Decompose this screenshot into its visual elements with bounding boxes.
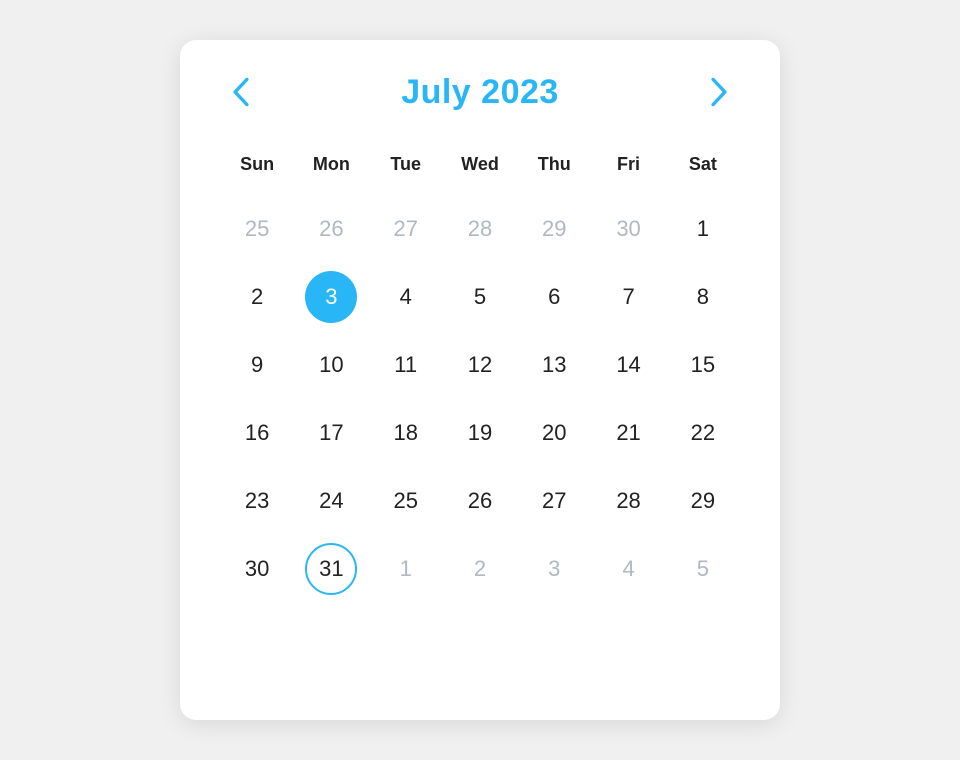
day-number: 7 [603, 271, 655, 323]
weekday-header-mon: Mon [294, 144, 368, 195]
day-number: 3 [305, 271, 357, 323]
day-number: 1 [380, 543, 432, 595]
day-cell[interactable]: 4 [591, 535, 665, 603]
day-cell[interactable]: 1 [369, 535, 443, 603]
day-cell[interactable]: 5 [443, 263, 517, 331]
day-cell[interactable]: 31 [294, 535, 368, 603]
day-cell[interactable]: 6 [517, 263, 591, 331]
day-number: 27 [528, 475, 580, 527]
day-number: 20 [528, 407, 580, 459]
day-cell[interactable]: 25 [220, 195, 294, 263]
day-number: 3 [528, 543, 580, 595]
weekday-header-tue: Tue [369, 144, 443, 195]
day-number: 30 [603, 203, 655, 255]
day-number: 28 [603, 475, 655, 527]
day-number: 8 [677, 271, 729, 323]
day-number: 10 [305, 339, 357, 391]
day-cell[interactable]: 1 [666, 195, 740, 263]
day-number: 25 [231, 203, 283, 255]
day-number: 28 [454, 203, 506, 255]
day-cell[interactable]: 7 [591, 263, 665, 331]
day-number: 1 [677, 203, 729, 255]
day-number: 13 [528, 339, 580, 391]
calendar-card: July 2023 Sun Mon Tue Wed Thu Fri Sat 25… [180, 40, 780, 720]
day-number: 6 [528, 271, 580, 323]
day-number: 29 [677, 475, 729, 527]
prev-month-button[interactable] [220, 72, 262, 112]
day-cell[interactable]: 20 [517, 399, 591, 467]
day-cell[interactable]: 4 [369, 263, 443, 331]
day-cell[interactable]: 13 [517, 331, 591, 399]
weekday-header-thu: Thu [517, 144, 591, 195]
next-month-button[interactable] [698, 72, 740, 112]
day-number: 26 [454, 475, 506, 527]
day-number: 4 [603, 543, 655, 595]
day-cell[interactable]: 16 [220, 399, 294, 467]
day-cell[interactable]: 2 [220, 263, 294, 331]
weekday-header-sat: Sat [666, 144, 740, 195]
day-cell[interactable]: 30 [220, 535, 294, 603]
day-cell[interactable]: 25 [369, 467, 443, 535]
day-cell[interactable]: 28 [443, 195, 517, 263]
day-number: 22 [677, 407, 729, 459]
day-cell[interactable]: 26 [294, 195, 368, 263]
day-cell[interactable]: 14 [591, 331, 665, 399]
day-number: 4 [380, 271, 432, 323]
day-number: 23 [231, 475, 283, 527]
day-number: 14 [603, 339, 655, 391]
day-cell[interactable]: 22 [666, 399, 740, 467]
day-cell[interactable]: 28 [591, 467, 665, 535]
days-grid: 2526272829301234567891011121314151617181… [220, 195, 740, 603]
day-number: 17 [305, 407, 357, 459]
day-cell[interactable]: 15 [666, 331, 740, 399]
day-cell[interactable]: 8 [666, 263, 740, 331]
day-cell[interactable]: 18 [369, 399, 443, 467]
day-cell[interactable]: 17 [294, 399, 368, 467]
day-number: 15 [677, 339, 729, 391]
day-number: 25 [380, 475, 432, 527]
day-number: 27 [380, 203, 432, 255]
day-number: 29 [528, 203, 580, 255]
calendar-header: July 2023 [220, 72, 740, 112]
day-cell[interactable]: 12 [443, 331, 517, 399]
calendar-grid: Sun Mon Tue Wed Thu Fri Sat [220, 144, 740, 195]
day-number: 5 [454, 271, 506, 323]
day-cell[interactable]: 3 [294, 263, 368, 331]
day-cell[interactable]: 26 [443, 467, 517, 535]
day-number: 2 [231, 271, 283, 323]
day-cell[interactable]: 5 [666, 535, 740, 603]
day-number: 16 [231, 407, 283, 459]
day-cell[interactable]: 9 [220, 331, 294, 399]
day-cell[interactable]: 3 [517, 535, 591, 603]
day-cell[interactable]: 29 [666, 467, 740, 535]
day-number: 12 [454, 339, 506, 391]
day-cell[interactable]: 11 [369, 331, 443, 399]
weekday-header-wed: Wed [443, 144, 517, 195]
day-cell[interactable]: 21 [591, 399, 665, 467]
weekday-header-fri: Fri [591, 144, 665, 195]
day-number: 9 [231, 339, 283, 391]
day-cell[interactable]: 29 [517, 195, 591, 263]
day-number: 2 [454, 543, 506, 595]
day-number: 11 [380, 339, 432, 391]
day-cell[interactable]: 30 [591, 195, 665, 263]
day-cell[interactable]: 19 [443, 399, 517, 467]
day-cell[interactable]: 27 [369, 195, 443, 263]
day-number: 5 [677, 543, 729, 595]
month-title: July 2023 [401, 73, 559, 112]
day-cell[interactable]: 10 [294, 331, 368, 399]
day-number: 30 [231, 543, 283, 595]
day-cell[interactable]: 24 [294, 467, 368, 535]
day-cell[interactable]: 23 [220, 467, 294, 535]
weekday-header-sun: Sun [220, 144, 294, 195]
day-number: 19 [454, 407, 506, 459]
day-number: 31 [305, 543, 357, 595]
day-number: 21 [603, 407, 655, 459]
day-number: 24 [305, 475, 357, 527]
day-cell[interactable]: 27 [517, 467, 591, 535]
day-cell[interactable]: 2 [443, 535, 517, 603]
day-number: 18 [380, 407, 432, 459]
day-number: 26 [305, 203, 357, 255]
